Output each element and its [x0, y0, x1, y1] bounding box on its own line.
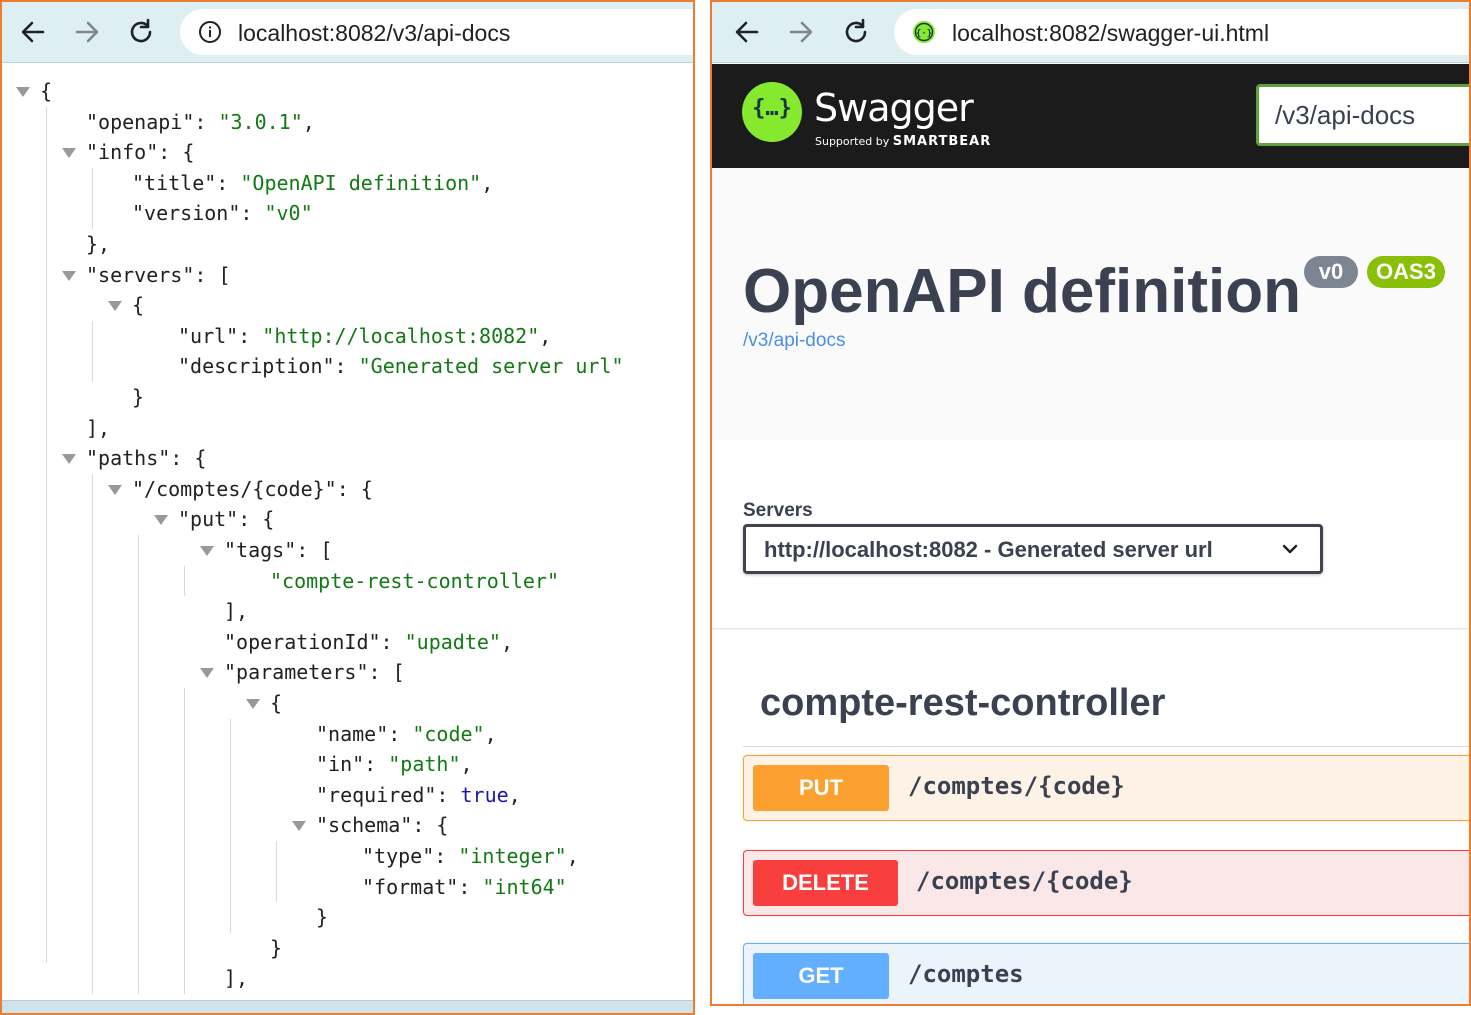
collapse-toggle-icon[interactable] [16, 87, 30, 97]
collapse-toggle-icon[interactable] [62, 148, 76, 159]
address-url: localhost:8082/swagger-ui.html [952, 20, 1270, 46]
collapse-toggle-icon[interactable] [62, 454, 76, 465]
json-line: } [132, 385, 145, 409]
indent-guide [184, 688, 185, 994]
chevron-down-icon [1282, 544, 1298, 554]
operation-path: /comptes/{code} [908, 772, 1125, 800]
json-line: "type": "integer", [362, 844, 579, 868]
indent-guide [184, 565, 185, 597]
swagger-logo-icon[interactable]: {…} [742, 82, 802, 142]
forward-arrow-icon[interactable] [70, 15, 104, 49]
json-line: "/comptes/{code}": { [132, 476, 373, 501]
operation-path: /comptes [908, 960, 1024, 988]
operation-put-comptes-code[interactable]: PUT /comptes/{code} [743, 755, 1469, 821]
indent-guide [92, 167, 93, 229]
indent-guide [92, 320, 93, 382]
indent-guide [92, 473, 93, 994]
json-line: "paths": { [86, 446, 207, 471]
swagger-topbar: {…} Swagger Supported by SMARTBEAR /v3/a… [712, 64, 1469, 168]
address-bar[interactable]: {·} localhost:8082/swagger-ui.html [894, 9, 1469, 55]
servers-selected-value: http://localhost:8082 - Generated server… [764, 537, 1213, 562]
collapse-toggle-icon[interactable] [108, 301, 122, 312]
swagger-ui-browser-window: {·} localhost:8082/swagger-ui.html {…} S… [710, 0, 1471, 1006]
spec-url-input[interactable]: /v3/api-docs [1256, 84, 1469, 146]
tag-divider [743, 746, 1469, 747]
json-line: } [316, 905, 329, 930]
swagger-brand[interactable]: Swagger [814, 86, 974, 130]
swagger-logo-glyph: {…} [752, 96, 792, 121]
json-line: }, [86, 232, 111, 256]
servers-section: Servers http://localhost:8082 - Generate… [712, 440, 1469, 628]
json-line: "in": "path", [316, 752, 473, 777]
spec-link[interactable]: /v3/api-docs [743, 330, 845, 352]
reload-icon[interactable] [839, 15, 873, 49]
json-line: "compte-rest-controller" [270, 568, 559, 593]
collapse-toggle-icon[interactable] [200, 668, 214, 679]
swagger-site-icon[interactable]: {·} [912, 20, 936, 44]
address-url: localhost:8082/v3/api-docs [238, 20, 511, 46]
oas-badge: OAS3 [1367, 256, 1445, 288]
reload-icon[interactable] [124, 15, 158, 49]
api-title: OpenAPI definition [743, 257, 1301, 326]
operations-section: compte-rest-controller PUT /comptes/{cod… [712, 630, 1469, 1004]
servers-label: Servers [743, 500, 813, 521]
supported-by-smartbear: Supported by SMARTBEAR [815, 134, 991, 149]
collapse-toggle-icon[interactable] [246, 699, 260, 709]
json-line: "required": true, [316, 782, 521, 807]
method-badge: PUT [753, 765, 889, 811]
browser-toolbar: localhost:8082/v3/api-docs [2, 2, 693, 63]
collapse-toggle-icon[interactable] [200, 546, 214, 556]
supported-by-text: Supported by [815, 135, 890, 148]
json-line: "tags": [ [224, 538, 333, 562]
servers-dropdown[interactable]: http://localhost:8082 - Generated server… [743, 524, 1323, 574]
json-line: "operationId": "upadte", [224, 629, 513, 654]
json-line: "name": "code", [316, 721, 497, 746]
json-line: "title": "OpenAPI definition", [132, 170, 494, 195]
json-line: "description": "Generated server url" [178, 354, 624, 379]
collapse-toggle-icon[interactable] [292, 821, 306, 832]
indent-guide [230, 718, 231, 933]
json-line: "format": "int64" [362, 874, 567, 899]
json-line: "info": { [86, 140, 195, 165]
json-line: ], [224, 599, 249, 624]
json-line: "put": { [178, 507, 275, 532]
forward-arrow-icon[interactable] [784, 15, 818, 49]
collapse-toggle-icon[interactable] [108, 484, 122, 495]
json-line: ], [86, 415, 111, 440]
json-line: "servers": [ [86, 262, 231, 287]
api-info: OpenAPI definition v0 OAS3 /v3/api-docs [712, 168, 1469, 440]
operation-get-comptes[interactable]: GET /comptes [743, 943, 1469, 1004]
json-line: { [132, 293, 145, 318]
json-line: "parameters": [ [224, 660, 405, 685]
smartbear-wordmark: SMARTBEAR [892, 134, 992, 149]
tag-header[interactable]: compte-rest-controller [760, 682, 1165, 725]
browser-toolbar: {·} localhost:8082/swagger-ui.html [712, 2, 1469, 63]
json-line: "version": "v0" [132, 201, 313, 226]
svg-text:{·}: {·} [916, 29, 932, 39]
address-bar[interactable]: localhost:8082/v3/api-docs [180, 9, 693, 55]
operation-delete-comptes-code[interactable]: DELETE /comptes/{code} [743, 850, 1469, 916]
indent-guide [46, 106, 47, 964]
collapse-toggle-icon[interactable] [154, 515, 168, 526]
version-badge: v0 [1304, 256, 1358, 288]
indent-guide [276, 841, 277, 903]
back-arrow-icon[interactable] [16, 15, 50, 49]
method-badge: DELETE [753, 860, 898, 906]
json-line: "openapi": "3.0.1", [86, 109, 315, 134]
indent-guide [138, 535, 139, 994]
operation-path: /comptes/{code} [916, 867, 1133, 895]
json-line: } [270, 935, 283, 960]
horizontal-scrollbar[interactable] [2, 1000, 693, 1013]
json-line: "url": "http://localhost:8082", [178, 323, 552, 348]
method-badge: GET [753, 953, 889, 999]
json-line: { [270, 691, 283, 715]
json-line: { [40, 79, 53, 103]
collapse-toggle-icon[interactable] [62, 270, 76, 281]
back-arrow-icon[interactable] [730, 15, 764, 49]
api-docs-browser-window: localhost:8082/v3/api-docs { "openapi": "… [0, 0, 695, 1015]
json-viewer: { "openapi": "3.0.1", "info": { "title": "O… [2, 64, 693, 1001]
info-circle-icon[interactable] [198, 20, 222, 44]
json-line: ], [224, 966, 249, 991]
json-line: "schema": { [316, 813, 449, 838]
